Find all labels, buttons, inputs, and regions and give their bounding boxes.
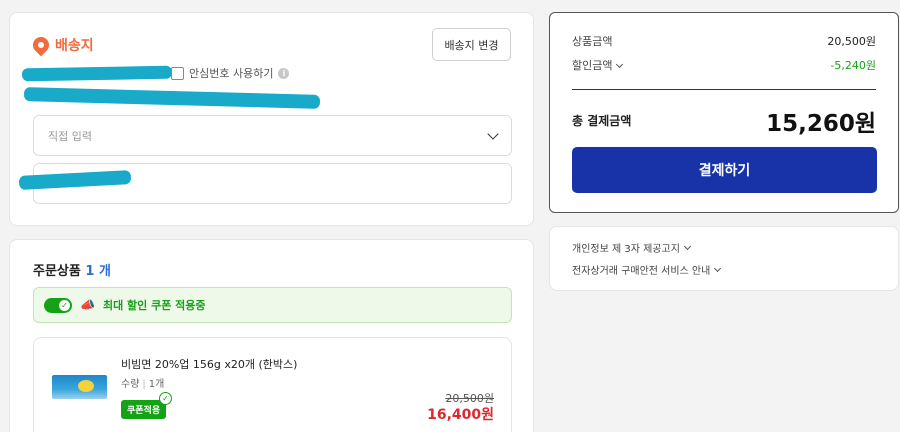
chevron-down-icon <box>616 60 624 69</box>
safe-number-checkbox[interactable] <box>171 66 184 80</box>
order-products-title: 주문상품 1 개 <box>33 260 111 279</box>
total-amount-value: 15,260원 <box>766 111 876 137</box>
chevron-down-icon <box>683 242 691 251</box>
product-amount-row: 상품금액 20,500원 <box>572 33 876 49</box>
safe-number-label: 안심번호 사용하기 <box>189 67 274 80</box>
privacy-notice-link[interactable]: 개인정보 제 3자 제공고지 <box>572 240 691 255</box>
notices-card: 개인정보 제 3자 제공고지 전자상거래 구매안전 서비스 안내 <box>549 226 899 291</box>
megaphone-icon: 📣 <box>80 298 95 312</box>
shipping-card: 배송지 배송지 변경 안심번호 사용하기 i 직접 입력 <box>9 12 534 226</box>
order-item-count: 1 개 <box>85 264 111 279</box>
check-icon: ✓ <box>159 392 172 405</box>
delivery-memo-select[interactable]: 직접 입력 <box>33 115 512 156</box>
sale-price: 16,400원 <box>427 407 494 423</box>
shipping-title: 배송지 <box>55 38 94 54</box>
chevron-down-icon <box>487 127 499 140</box>
order-products-label: 주문상품 <box>33 264 81 279</box>
safe-number-option[interactable]: 안심번호 사용하기 i <box>171 65 290 81</box>
discount-amount-toggle[interactable]: 할인금액 <box>572 57 624 73</box>
summary-divider <box>572 89 876 90</box>
ecommerce-notice-label: 전자상거래 구매안전 서비스 안내 <box>572 266 711 277</box>
coupon-applied-badge: 쿠폰적용 <box>121 400 167 419</box>
location-pin-icon <box>29 33 53 57</box>
discount-amount-row[interactable]: 할인금액 -5,240원 <box>572 57 876 73</box>
chevron-down-icon <box>714 264 722 273</box>
discount-amount-value: -5,240원 <box>830 59 876 72</box>
delivery-memo-placeholder: 직접 입력 <box>48 129 92 143</box>
quantity-value: 1개 <box>148 379 165 390</box>
payment-summary-card: 상품금액 20,500원 할인금액 -5,240원 총 결제금액 15,260원… <box>549 12 899 213</box>
coupon-banner-text: 최대 할인 쿠폰 적용중 <box>102 299 206 312</box>
ecommerce-notice-link[interactable]: 전자상거래 구매안전 서비스 안내 <box>572 262 722 277</box>
product-amount-label: 상품금액 <box>572 35 613 48</box>
product-name: 비빔면 20%업 156g x20개 (한박스) <box>121 358 298 371</box>
privacy-notice-label: 개인정보 제 3자 제공고지 <box>572 244 680 255</box>
coupon-toggle[interactable] <box>44 297 72 313</box>
product-amount-value: 20,500원 <box>827 35 876 48</box>
info-icon[interactable]: i <box>278 67 290 79</box>
order-item: 비빔면 20%업 156g x20개 (한박스) 수량 | 1개 쿠폰적용 ✓ 20… <box>33 337 512 432</box>
change-address-button[interactable]: 배송지 변경 <box>432 28 511 61</box>
order-products-card: 주문상품 1 개 📣 최대 할인 쿠폰 적용중 비빔면 20%업 156g x2… <box>9 239 534 432</box>
product-thumbnail <box>52 375 107 399</box>
coupon-applied-banner: 📣 최대 할인 쿠폰 적용중 <box>33 287 512 323</box>
pay-button[interactable]: 결제하기 <box>572 147 877 193</box>
quantity-label: 수량 <box>121 379 140 390</box>
total-amount-label: 총 결제금액 <box>572 114 632 128</box>
shipping-header: 배송지 <box>29 33 94 57</box>
product-quantity: 수량 | 1개 <box>121 379 165 390</box>
redacted-recipient-name <box>21 65 173 82</box>
discount-amount-label: 할인금액 <box>572 59 613 72</box>
redacted-address <box>23 87 321 109</box>
